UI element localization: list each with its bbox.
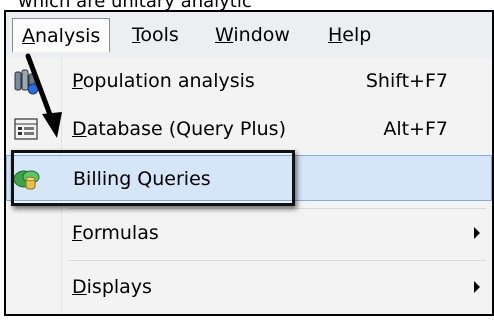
- menu-separator: [68, 260, 486, 261]
- mnemonic-d: D: [72, 276, 87, 298]
- menu-help[interactable]: Help: [319, 18, 380, 52]
- menu-item-formulas[interactable]: Formulas: [6, 210, 492, 256]
- menu-analysis-mnemonic: A: [22, 25, 35, 47]
- menu-tools-label: ools: [140, 24, 179, 46]
- menu-analysis[interactable]: Analysis: [12, 18, 111, 52]
- annotation-arrow-icon: [25, 53, 62, 138]
- menu-item-displays[interactable]: Displays: [6, 264, 492, 310]
- menu-item-population-analysis-label: Population analysis: [72, 58, 255, 104]
- submenu-arrow-icon: [474, 281, 480, 293]
- submenu-arrow-icon: [474, 227, 480, 239]
- label-rest: ormulas: [82, 222, 159, 244]
- menu-item-displays-label: Displays: [72, 264, 152, 310]
- menu-analysis-label: nalysis: [35, 25, 101, 47]
- shortcut-alt-f7: Alt+F7: [383, 118, 448, 140]
- mnemonic-f: F: [72, 222, 83, 244]
- label-rest: opulation analysis: [82, 70, 255, 92]
- menu-window-label: indow: [233, 24, 290, 46]
- menu-window[interactable]: Window: [206, 18, 299, 52]
- menu-separator: [68, 208, 486, 209]
- menu-item-database-label: Database (Query Plus): [72, 106, 286, 152]
- menu-item-formulas-label: Formulas: [72, 210, 159, 256]
- menu-window-mnemonic: W: [215, 24, 234, 46]
- menu-help-mnemonic: H: [328, 24, 343, 46]
- menu-tools[interactable]: Tools: [123, 18, 188, 52]
- shortcut-shift-f7: Shift+F7: [365, 70, 448, 92]
- label-rest: isplays: [86, 276, 152, 298]
- label-rest: atabase (Query Plus): [86, 118, 286, 140]
- annotation-callout-box: [11, 150, 295, 206]
- menu-help-label: elp: [342, 24, 372, 46]
